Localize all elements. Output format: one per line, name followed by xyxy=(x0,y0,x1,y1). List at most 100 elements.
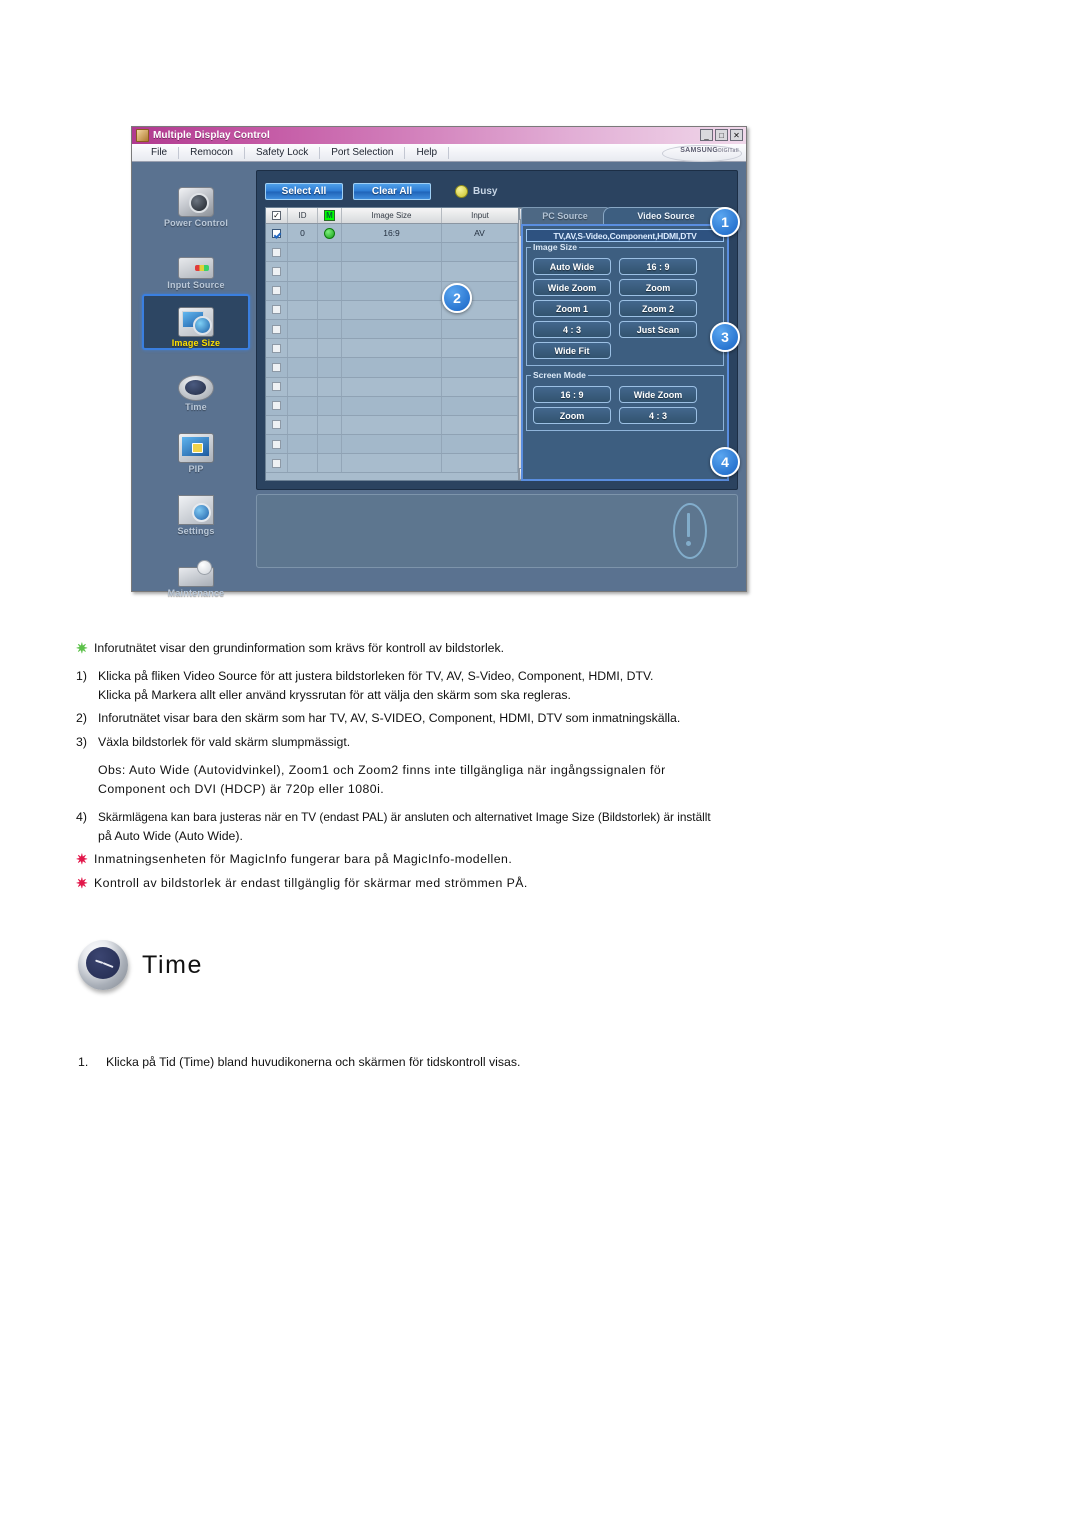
time-step-1: 1. Klicka på Tid (Time) bland huvudikone… xyxy=(78,1055,520,1069)
sidebar-item-maintenance[interactable]: Maintenance xyxy=(142,540,250,598)
screen-mode-sixteen-nine-button[interactable]: 16 : 9 xyxy=(533,386,611,403)
table-row[interactable] xyxy=(266,243,518,263)
select-all-checkbox[interactable]: ✓ xyxy=(272,211,281,220)
row-id xyxy=(288,415,318,435)
tab-pc-source[interactable]: PC Source xyxy=(521,207,609,224)
panel-toolbar: Select All Clear All Busy xyxy=(257,171,737,205)
table-row[interactable] xyxy=(266,281,518,301)
row-checkbox[interactable] xyxy=(272,247,281,257)
row-checkbox-cell[interactable] xyxy=(266,358,288,377)
table-row[interactable] xyxy=(266,435,518,455)
list-item-4-line-a: 4) Skärmlägena kan bara justeras när en … xyxy=(76,809,1006,827)
minimize-button[interactable]: _ xyxy=(700,129,713,141)
row-checkbox[interactable] xyxy=(272,343,281,353)
row-power-cell xyxy=(318,358,342,377)
note-1-text: Inforutnätet visar den grundinformation … xyxy=(94,641,505,655)
note-3-text: Kontroll av bildstorlek är endast tillgä… xyxy=(94,876,528,891)
row-checkbox[interactable] xyxy=(272,420,281,430)
row-checkbox-cell[interactable] xyxy=(266,319,288,339)
screen-mode-wide-zoom-button[interactable]: Wide Zoom xyxy=(619,386,697,403)
clear-all-button[interactable]: Clear All xyxy=(353,182,431,200)
row-id xyxy=(288,435,318,454)
row-image-size xyxy=(342,339,442,358)
table-row[interactable] xyxy=(266,454,518,474)
table-row[interactable] xyxy=(266,358,518,378)
row-checkbox[interactable] xyxy=(272,362,281,372)
row-checkbox[interactable] xyxy=(272,382,281,392)
row-image-size xyxy=(342,300,442,319)
table-header-m: M xyxy=(318,208,342,223)
row-checkbox-cell[interactable] xyxy=(266,415,288,435)
zoom2-button[interactable]: Zoom 2 xyxy=(619,300,697,317)
row-checkbox-cell[interactable] xyxy=(266,262,288,281)
row-image-size xyxy=(342,319,442,339)
source-panel: PC Source Video Source TV,AV,S-Video,Com… xyxy=(521,207,729,481)
row-power-cell xyxy=(318,339,342,358)
four-three-button[interactable]: 4 : 3 xyxy=(533,321,611,338)
row-id xyxy=(288,339,318,358)
row-input xyxy=(442,454,518,473)
maximize-button[interactable]: □ xyxy=(715,129,728,141)
wide-fit-button[interactable]: Wide Fit xyxy=(533,342,611,359)
row-checkbox-cell[interactable] xyxy=(266,396,288,415)
table-row[interactable] xyxy=(266,339,518,359)
row-checkbox[interactable] xyxy=(272,324,281,334)
close-button[interactable]: ✕ xyxy=(730,129,743,141)
row-checkbox[interactable] xyxy=(272,305,281,315)
table-header-checkbox[interactable]: ✓ xyxy=(266,208,288,223)
row-checkbox[interactable] xyxy=(272,286,281,296)
screen-mode-four-three-button[interactable]: 4 : 3 xyxy=(619,407,697,424)
row-checkbox[interactable] xyxy=(272,228,281,238)
table-row[interactable] xyxy=(266,396,518,416)
sidebar-item-pip[interactable]: PIP xyxy=(142,416,250,474)
sixteen-nine-button[interactable]: 16 : 9 xyxy=(619,258,697,275)
brand-sub: DIGITall xyxy=(718,148,739,154)
row-checkbox-cell[interactable] xyxy=(266,300,288,319)
row-checkbox[interactable] xyxy=(272,458,281,468)
menu-item-file[interactable]: File xyxy=(140,146,180,159)
red-star-icon: ✷ xyxy=(76,851,88,868)
list-item-3-text: Växla bildstorlek för vald skärm slumpmä… xyxy=(98,735,351,750)
menu-item-remocon[interactable]: Remocon xyxy=(179,146,245,159)
row-image-size xyxy=(342,281,442,300)
sidebar-item-power-control[interactable]: Power Control xyxy=(142,170,250,228)
wide-zoom-button[interactable]: Wide Zoom xyxy=(533,279,611,296)
zoom1-button[interactable]: Zoom 1 xyxy=(533,300,611,317)
menu-item-port-selection[interactable]: Port Selection xyxy=(320,146,406,159)
row-checkbox[interactable] xyxy=(272,401,281,411)
table-row[interactable] xyxy=(266,415,518,436)
row-checkbox-cell[interactable] xyxy=(266,454,288,473)
table-row[interactable] xyxy=(266,319,518,340)
row-checkbox-cell[interactable] xyxy=(266,339,288,358)
menu-item-safety-lock[interactable]: Safety Lock xyxy=(245,146,321,159)
menu-item-help[interactable]: Help xyxy=(405,146,450,159)
row-checkbox-cell[interactable] xyxy=(266,224,288,243)
auto-wide-button[interactable]: Auto Wide xyxy=(533,258,611,275)
row-checkbox-cell[interactable] xyxy=(266,435,288,454)
just-scan-button[interactable]: Just Scan xyxy=(619,321,697,338)
image-size-button-grid: Auto Wide 16 : 9 Wide Zoom Zoom Zoom 1 Z… xyxy=(533,258,717,359)
sidebar-item-settings[interactable]: Settings xyxy=(142,478,250,536)
busy-dot-icon xyxy=(455,184,468,198)
row-checkbox-cell[interactable] xyxy=(266,377,288,396)
select-all-button[interactable]: Select All xyxy=(265,182,343,200)
table-row[interactable] xyxy=(266,377,518,397)
screen-mode-zoom-button[interactable]: Zoom xyxy=(533,407,611,424)
row-power-cell xyxy=(318,319,342,339)
zoom-button[interactable]: Zoom xyxy=(619,279,697,296)
row-checkbox[interactable] xyxy=(272,266,281,276)
time-step-text: Klicka på Tid (Time) bland huvudikonerna… xyxy=(106,1055,521,1069)
table-row[interactable]: 0 16:9 AV xyxy=(266,224,518,244)
table-row[interactable] xyxy=(266,262,518,282)
table-row[interactable] xyxy=(266,300,518,320)
table-body-wrap: ✓ ID M Image Size Input 0 16:9 AV xyxy=(266,208,518,480)
time-icon xyxy=(178,375,214,401)
row-checkbox-cell[interactable] xyxy=(266,281,288,300)
image-size-group-label: Image Size xyxy=(531,242,579,252)
sidebar-item-time[interactable]: Time xyxy=(142,354,250,412)
row-checkbox-cell[interactable] xyxy=(266,243,288,262)
row-checkbox[interactable] xyxy=(272,439,281,449)
list-item-1-text-b: Klicka på Markera allt eller använd krys… xyxy=(98,687,571,702)
sidebar-item-image-size[interactable]: Image Size xyxy=(142,294,250,350)
sidebar-item-input-source[interactable]: Input Source xyxy=(142,232,250,290)
